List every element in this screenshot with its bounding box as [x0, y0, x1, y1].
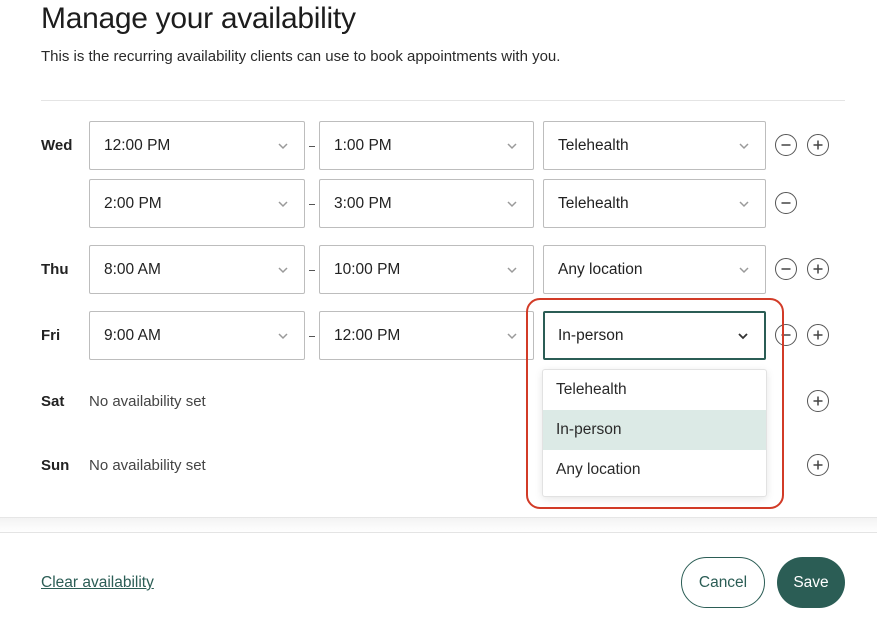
range-separator — [309, 146, 315, 147]
chevron-down-icon — [739, 142, 749, 149]
footer-divider — [0, 532, 877, 533]
sat-add-button[interactable] — [807, 390, 829, 412]
day-label-sat: Sat — [41, 393, 65, 410]
chevron-down-icon — [507, 142, 517, 149]
location-dropdown-menu: Telehealth In-person Any location — [542, 369, 767, 497]
wed-slot2-remove-button[interactable] — [775, 192, 797, 214]
select-value: Telehealth — [558, 194, 629, 212]
sat-empty-text: No availability set — [89, 393, 206, 410]
footer-shadow — [0, 517, 877, 533]
clear-availability-link[interactable]: Clear availability — [41, 574, 154, 592]
chevron-down-icon — [507, 332, 517, 339]
select-value: 1:00 PM — [334, 136, 392, 154]
plus-circle-icon — [813, 264, 823, 274]
wed-slot2-location-select[interactable]: Telehealth — [543, 179, 766, 228]
plus-circle-icon — [813, 140, 823, 150]
sun-empty-text: No availability set — [89, 457, 206, 474]
plus-circle-icon — [813, 330, 823, 340]
save-button[interactable]: Save — [777, 557, 845, 608]
plus-circle-icon — [813, 460, 823, 470]
wed-slot1-location-select[interactable]: Telehealth — [543, 121, 766, 170]
menu-item-any-location[interactable]: Any location — [543, 450, 766, 490]
header-divider — [41, 100, 845, 101]
page-subtitle: This is the recurring availability clien… — [41, 48, 561, 65]
range-separator — [309, 336, 315, 337]
range-separator — [309, 204, 315, 205]
thu-slot1-end-select[interactable]: 10:00 PM — [319, 245, 534, 294]
select-value: 12:00 PM — [334, 326, 401, 344]
minus-circle-icon — [781, 202, 791, 204]
wed-add-button[interactable] — [807, 134, 829, 156]
select-value: 12:00 PM — [104, 136, 171, 154]
wed-slot1-start-select[interactable]: 12:00 PM — [89, 121, 305, 170]
sun-add-button[interactable] — [807, 454, 829, 476]
select-value: 2:00 PM — [104, 194, 162, 212]
chevron-down-icon — [739, 200, 749, 207]
day-label-thu: Thu — [41, 261, 69, 278]
fri-add-button[interactable] — [807, 324, 829, 346]
wed-slot2-end-select[interactable]: 3:00 PM — [319, 179, 534, 228]
minus-circle-icon — [781, 268, 791, 270]
day-label-fri: Fri — [41, 327, 61, 344]
day-label-wed: Wed — [41, 137, 73, 154]
menu-item-in-person[interactable]: In-person — [543, 410, 766, 450]
select-value: 10:00 PM — [334, 260, 401, 278]
plus-circle-icon — [813, 396, 823, 406]
chevron-down-icon — [278, 142, 288, 149]
select-value: Telehealth — [558, 136, 629, 154]
wed-slot2-start-select[interactable]: 2:00 PM — [89, 179, 305, 228]
fri-slot1-end-select[interactable]: 12:00 PM — [319, 311, 534, 360]
thu-add-button[interactable] — [807, 258, 829, 280]
page-title: Manage your availability — [41, 2, 356, 35]
cancel-button[interactable]: Cancel — [681, 557, 765, 608]
chevron-down-icon — [739, 266, 749, 273]
chevron-down-icon — [507, 266, 517, 273]
thu-slot1-remove-button[interactable] — [775, 258, 797, 280]
menu-item-telehealth[interactable]: Telehealth — [543, 370, 766, 410]
select-value: 8:00 AM — [104, 260, 161, 278]
select-value: Any location — [558, 260, 643, 278]
thu-slot1-location-select[interactable]: Any location — [543, 245, 766, 294]
select-value: 3:00 PM — [334, 194, 392, 212]
chevron-down-icon — [507, 200, 517, 207]
select-value: 9:00 AM — [104, 326, 161, 344]
thu-slot1-start-select[interactable]: 8:00 AM — [89, 245, 305, 294]
chevron-down-icon — [278, 200, 288, 207]
range-separator — [309, 270, 315, 271]
fri-slot1-start-select[interactable]: 9:00 AM — [89, 311, 305, 360]
wed-slot1-end-select[interactable]: 1:00 PM — [319, 121, 534, 170]
wed-slot1-remove-button[interactable] — [775, 134, 797, 156]
chevron-down-icon — [278, 332, 288, 339]
day-label-sun: Sun — [41, 457, 70, 474]
chevron-down-icon — [278, 266, 288, 273]
minus-circle-icon — [781, 144, 791, 146]
